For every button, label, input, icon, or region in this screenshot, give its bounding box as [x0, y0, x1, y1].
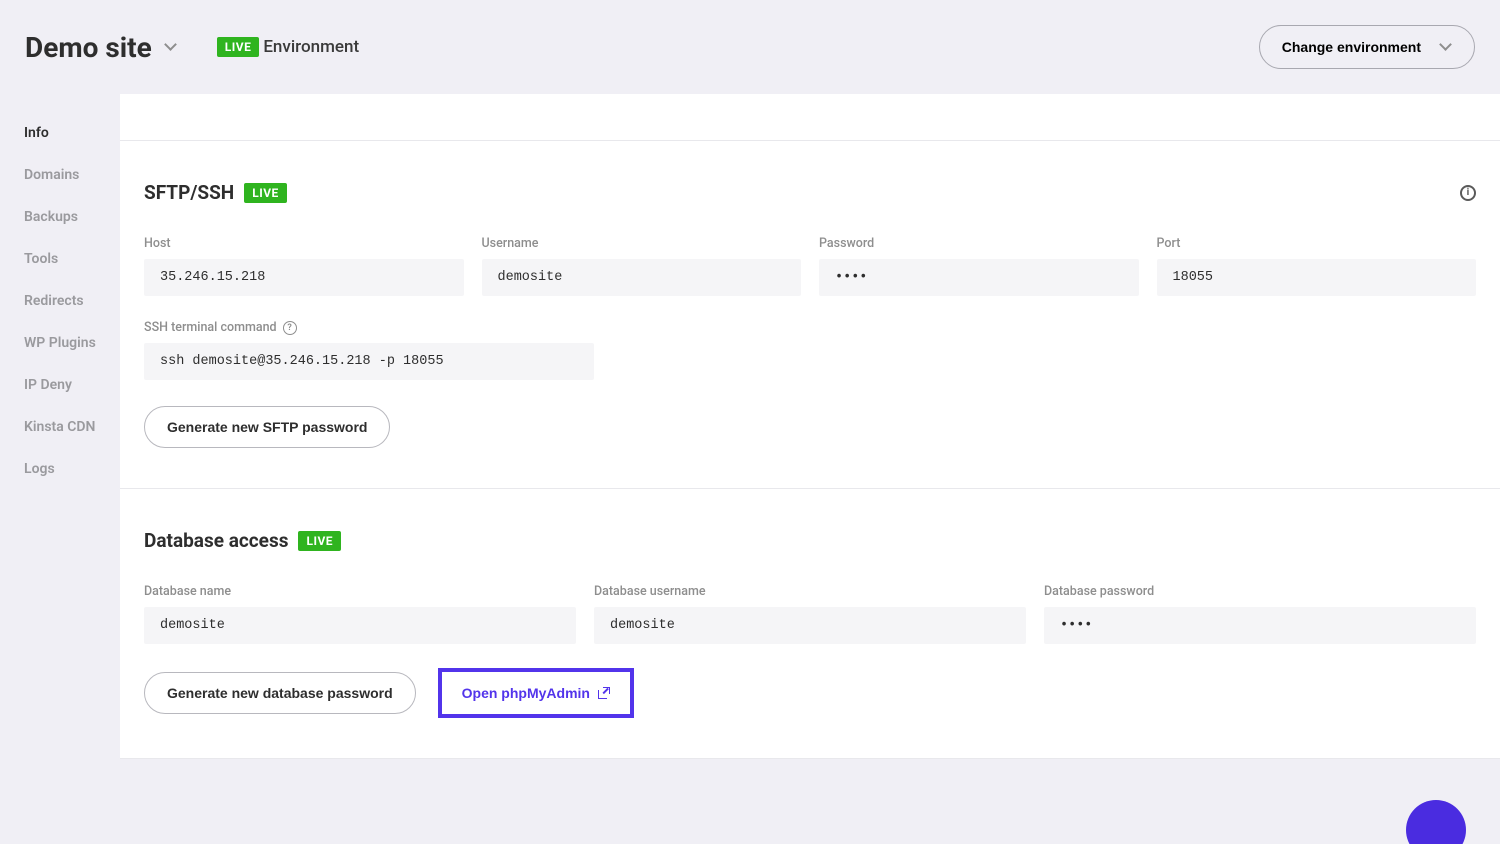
- help-icon[interactable]: ?: [283, 321, 297, 335]
- sidebar-item-tools[interactable]: Tools: [24, 238, 120, 280]
- db-name-field: Database name demosite: [144, 584, 576, 644]
- page-header: Demo site LIVE Environment Change enviro…: [0, 0, 1500, 94]
- db-password-value[interactable]: ••••: [1044, 607, 1476, 644]
- ssh-command-label: SSH terminal command ?: [144, 320, 1476, 335]
- db-username-field: Database username demosite: [594, 584, 1026, 644]
- chevron-down-icon: [1441, 42, 1452, 53]
- db-password-field: Database password ••••: [1044, 584, 1476, 644]
- live-badge: LIVE: [298, 531, 341, 551]
- partial-section-top: [120, 94, 1500, 141]
- db-name-value[interactable]: demosite: [144, 607, 576, 644]
- info-icon[interactable]: i: [1460, 185, 1476, 201]
- host-field: Host 35.246.15.218: [144, 236, 464, 296]
- sidebar: Info Domains Backups Tools Redirects WP …: [0, 94, 120, 759]
- password-field: Password ••••: [819, 236, 1139, 296]
- generate-db-password-button[interactable]: Generate new database password: [144, 672, 416, 714]
- sidebar-item-info[interactable]: Info: [24, 112, 120, 154]
- phpmyadmin-label: Open phpMyAdmin: [462, 685, 590, 701]
- sidebar-item-redirects[interactable]: Redirects: [24, 280, 120, 322]
- sidebar-item-logs[interactable]: Logs: [24, 448, 120, 490]
- sidebar-item-ip-deny[interactable]: IP Deny: [24, 364, 120, 406]
- change-environment-button[interactable]: Change environment: [1259, 25, 1475, 69]
- database-section-title: Database access: [144, 529, 288, 552]
- live-badge: LIVE: [217, 37, 260, 57]
- change-environment-label: Change environment: [1282, 39, 1421, 55]
- port-field: Port 18055: [1157, 236, 1477, 296]
- chat-fab[interactable]: [1406, 800, 1466, 844]
- chevron-down-icon[interactable]: [166, 42, 177, 53]
- open-phpmyadmin-button[interactable]: Open phpMyAdmin: [438, 668, 634, 718]
- host-value[interactable]: 35.246.15.218: [144, 259, 464, 296]
- db-username-value[interactable]: demosite: [594, 607, 1026, 644]
- database-section: Database access LIVE Database name demos…: [120, 489, 1500, 759]
- db-username-label: Database username: [594, 584, 1026, 599]
- sidebar-item-kinsta-cdn[interactable]: Kinsta CDN: [24, 406, 120, 448]
- db-name-label: Database name: [144, 584, 576, 599]
- environment-label: Environment: [263, 37, 359, 57]
- site-title: Demo site: [25, 31, 152, 64]
- main-content: SFTP/SSH LIVE i Host 35.246.15.218 Usern…: [120, 94, 1500, 759]
- password-label: Password: [819, 236, 1139, 251]
- header-left: Demo site LIVE Environment: [25, 31, 359, 64]
- port-label: Port: [1157, 236, 1477, 251]
- password-value[interactable]: ••••: [819, 259, 1139, 296]
- sidebar-item-wp-plugins[interactable]: WP Plugins: [24, 322, 120, 364]
- ssh-command-value[interactable]: ssh demosite@35.246.15.218 -p 18055: [144, 343, 594, 380]
- username-field: Username demosite: [482, 236, 802, 296]
- host-label: Host: [144, 236, 464, 251]
- username-label: Username: [482, 236, 802, 251]
- port-value[interactable]: 18055: [1157, 259, 1477, 296]
- live-badge: LIVE: [244, 183, 287, 203]
- db-password-label: Database password: [1044, 584, 1476, 599]
- sftp-section-title: SFTP/SSH: [144, 181, 234, 204]
- generate-sftp-password-button[interactable]: Generate new SFTP password: [144, 406, 390, 448]
- username-value[interactable]: demosite: [482, 259, 802, 296]
- sidebar-item-backups[interactable]: Backups: [24, 196, 120, 238]
- sftp-section: SFTP/SSH LIVE i Host 35.246.15.218 Usern…: [120, 141, 1500, 489]
- external-link-icon: [598, 687, 610, 699]
- sidebar-item-domains[interactable]: Domains: [24, 154, 120, 196]
